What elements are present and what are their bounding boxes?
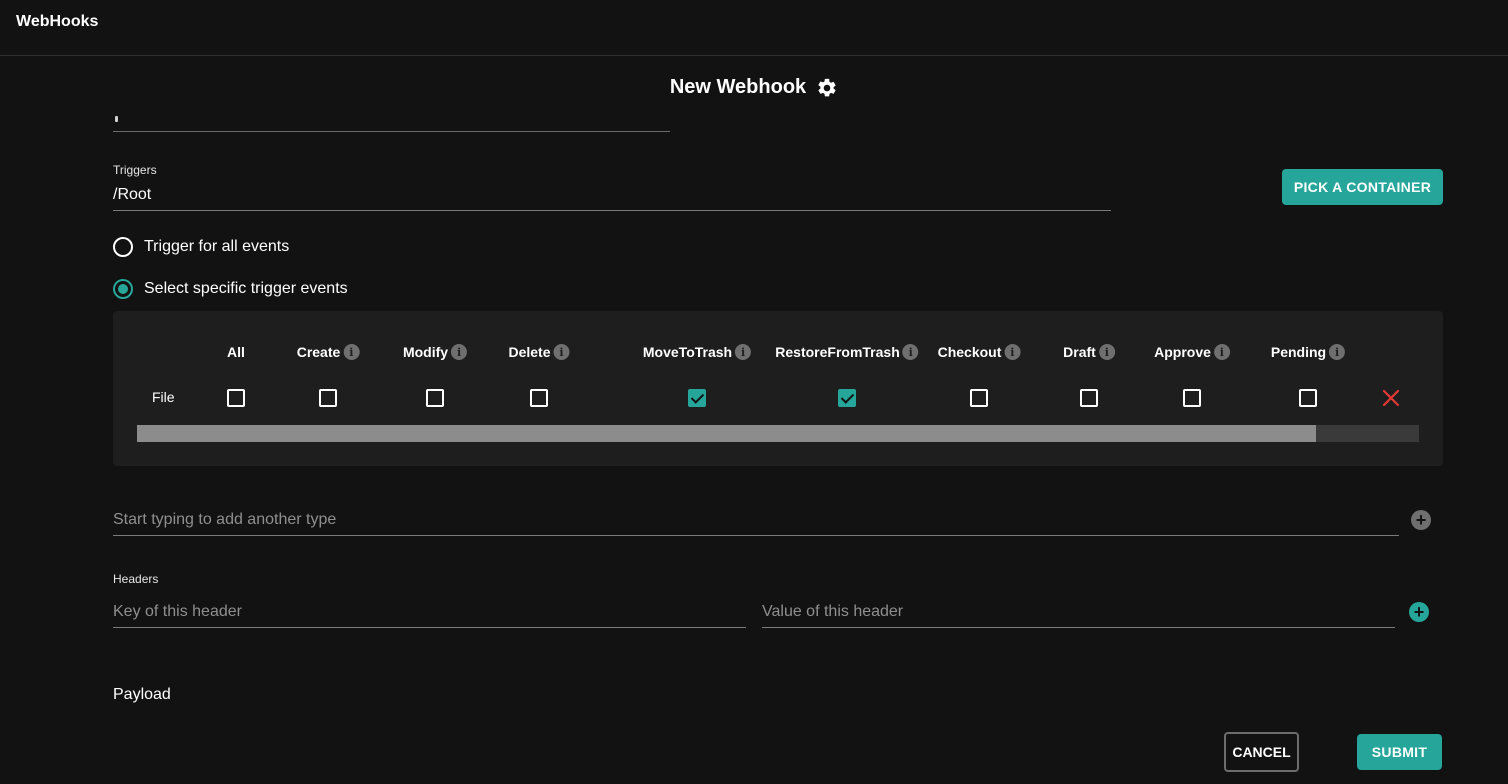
column-header-modify: Modify i (402, 344, 468, 360)
radio-checked-icon[interactable] (113, 279, 133, 299)
checkbox-file-delete[interactable] (530, 389, 548, 407)
column-header-movetotrash: MoveToTrash i (642, 344, 752, 360)
column-header-label: Draft (1063, 344, 1096, 360)
radio-specific-events-label: Select specific trigger events (144, 280, 348, 297)
triggers-label: Triggers (113, 163, 157, 177)
checkbox-file-all[interactable] (227, 389, 245, 407)
cancel-button[interactable]: CANCEL (1224, 732, 1299, 772)
column-header-checkout: Checkout i (938, 344, 1021, 360)
column-header-create: Create i (297, 344, 360, 360)
triggers-input[interactable]: /Root (113, 186, 151, 204)
pick-container-button[interactable]: PICK A CONTAINER (1282, 169, 1443, 205)
column-header-all: All (227, 344, 245, 360)
remove-row-icon[interactable] (1381, 388, 1401, 408)
checkbox-file-pending[interactable] (1299, 389, 1317, 407)
column-header-draft: Draft i (1063, 344, 1115, 360)
horizontal-scrollbar[interactable] (137, 425, 1419, 442)
app-title: WebHooks (16, 13, 99, 30)
dialog-title: New Webhook (669, 76, 807, 98)
info-icon[interactable]: i (451, 344, 468, 360)
type-input-underline (113, 535, 1399, 536)
info-icon[interactable]: i (343, 344, 360, 360)
scrollbar-thumb[interactable] (137, 425, 1317, 442)
checkbox-file-checkout[interactable] (970, 389, 988, 407)
header-value-input[interactable]: Value of this header (762, 603, 903, 621)
payload-label: Payload (113, 686, 171, 703)
info-icon[interactable]: i (553, 344, 570, 360)
type-input[interactable]: Start typing to add another type (113, 511, 336, 529)
gear-icon[interactable] (816, 77, 838, 99)
checkbox-file-movetotrash[interactable] (688, 389, 706, 407)
row-label-file: File (152, 389, 175, 405)
column-header-label: MoveToTrash (642, 344, 733, 360)
checkbox-file-create[interactable] (319, 389, 337, 407)
info-icon[interactable]: i (902, 344, 919, 360)
column-header-label: Delete (508, 344, 551, 360)
column-header-label: Create (296, 344, 341, 360)
submit-button[interactable]: SUBMIT (1357, 734, 1442, 770)
top-app-bar: WebHooks (0, 0, 1508, 56)
column-header-label: RestoreFromTrash (775, 344, 900, 360)
column-header-label: Modify (402, 344, 449, 360)
dialog-title-bar: New Webhook (0, 76, 1508, 99)
column-header-restorefromtrash: RestoreFromTrash i (775, 344, 919, 360)
add-type-icon[interactable]: + (1411, 510, 1431, 530)
headers-label: Headers (113, 572, 159, 586)
column-header-label: Approve (1154, 344, 1211, 360)
checkbox-file-draft[interactable] (1080, 389, 1098, 407)
column-header-label: Pending (1270, 344, 1327, 360)
column-header-approve: Approve i (1154, 344, 1230, 360)
header-value-underline (762, 627, 1395, 628)
radio-specific-events[interactable]: Select specific trigger events (113, 279, 348, 299)
add-header-icon[interactable]: + (1409, 602, 1429, 622)
radio-unchecked-icon[interactable] (113, 237, 133, 257)
info-icon[interactable]: i (1098, 344, 1115, 360)
checkbox-file-modify[interactable] (426, 389, 444, 407)
radio-all-events-label: Trigger for all events (144, 238, 290, 255)
info-icon[interactable]: i (1329, 344, 1346, 360)
column-header-delete: Delete i (508, 344, 570, 360)
previous-field-text (115, 116, 118, 122)
trigger-events-table: All Create i Modify i Delete i MoveToTrash i Rest… (113, 311, 1443, 466)
info-icon[interactable]: i (735, 344, 752, 360)
checkbox-file-restorefromtrash[interactable] (838, 389, 856, 407)
info-icon[interactable]: i (1004, 344, 1021, 360)
radio-trigger-all-events[interactable]: Trigger for all events (113, 237, 289, 257)
column-header-label: All (227, 344, 245, 360)
column-header-label: Checkout (937, 344, 1002, 360)
previous-field-underline[interactable] (113, 131, 670, 132)
info-icon[interactable]: i (1213, 344, 1230, 360)
checkbox-file-approve[interactable] (1183, 389, 1201, 407)
header-key-underline (113, 627, 746, 628)
triggers-underline (113, 210, 1111, 211)
header-key-input[interactable]: Key of this header (113, 603, 242, 621)
column-header-pending: Pending i (1270, 344, 1346, 360)
